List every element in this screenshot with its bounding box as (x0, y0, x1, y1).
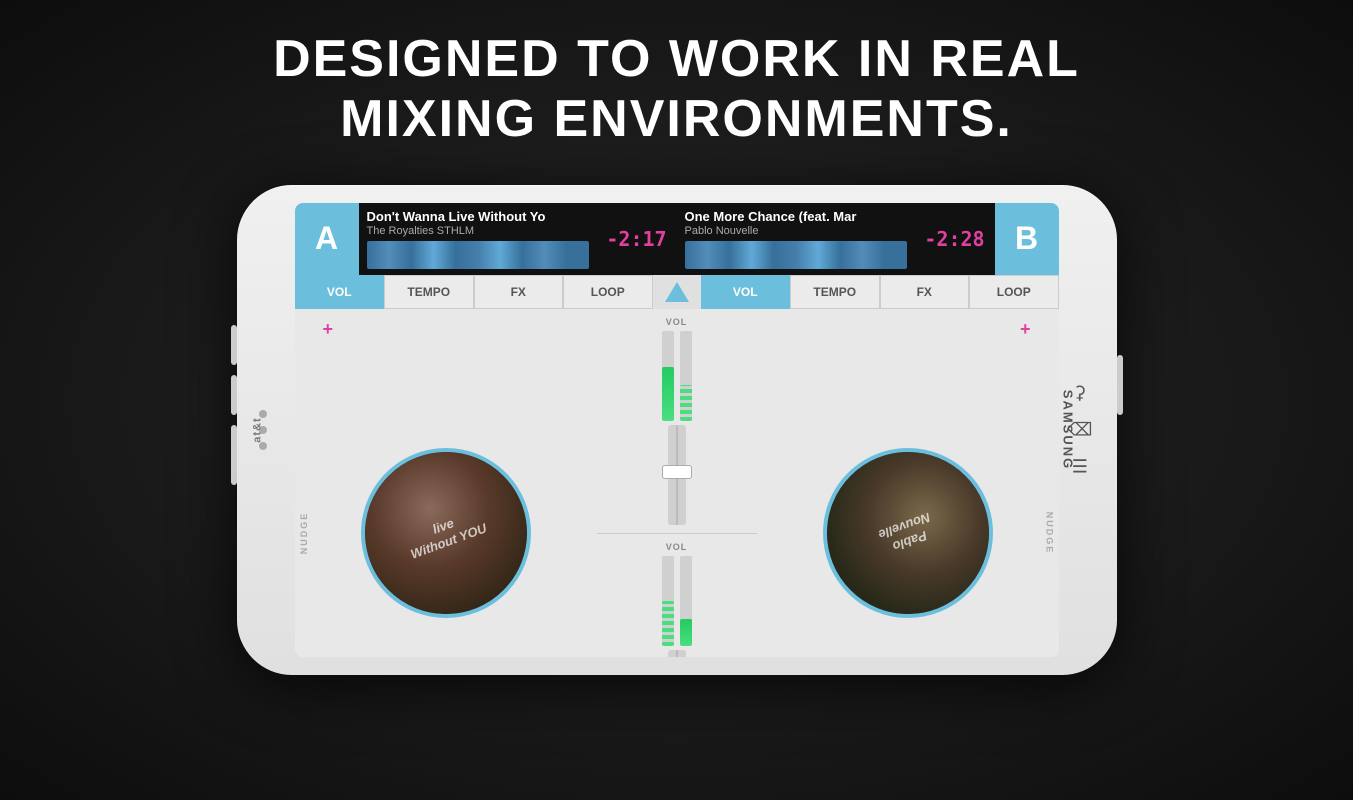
carrier-label: at&t (251, 417, 263, 442)
phone-body: at&t SAMSUNG ⚳ ⌫ ☰ A Don't Wanna Live Wi… (237, 185, 1117, 675)
volume-down-button[interactable] (231, 375, 237, 415)
right-side-icons: ⚳ ⌫ ☰ (1067, 382, 1092, 477)
tab-a-loop[interactable]: LOOP (563, 275, 653, 309)
tab-row: VOL TEMPO FX LOOP VOL TEMPO FX LOOP (295, 275, 1059, 309)
headline: DESIGNED TO WORK IN REAL MIXING ENVIRONM… (273, 30, 1080, 150)
nudge-label-left: NUDGE (299, 512, 309, 555)
tab-b-tempo[interactable]: TEMPO (790, 275, 880, 309)
headline-line1: DESIGNED TO WORK IN REAL (273, 30, 1080, 90)
screen: A Don't Wanna Live Without Yo The Royalt… (295, 203, 1059, 657)
deck-b-waveform (685, 241, 907, 268)
dj-app: A Don't Wanna Live Without Yo The Royalt… (295, 203, 1059, 657)
deck-a-time: -2:17 (597, 203, 677, 275)
turntable-right[interactable]: PabloNouvelle (823, 448, 993, 618)
vu-meters-left (662, 331, 692, 421)
phone: at&t SAMSUNG ⚳ ⌫ ☰ A Don't Wanna Live Wi… (227, 170, 1127, 690)
center-mixer: VOL VOL (597, 309, 757, 657)
turntable-left-label: liveWithout YOU (403, 505, 489, 562)
menu-icon: ☰ (1072, 456, 1088, 477)
vol-label-left: VOL (666, 317, 688, 327)
app-logo (653, 275, 701, 309)
deck-b-badge: B (995, 203, 1059, 275)
deck-right: + PabloNouvelle − NUDGE (757, 309, 1059, 657)
fader-right[interactable] (668, 650, 686, 657)
vu-fill-4 (680, 619, 692, 646)
back-icon: ⌫ (1067, 419, 1092, 440)
vu-meters-right (662, 556, 692, 646)
turntable-right-label: PabloNouvelle (877, 509, 939, 557)
deck-a-artist: The Royalties STHLM (367, 225, 589, 237)
nudge-label-right: NUDGE (1045, 512, 1055, 555)
logo-triangle-icon (665, 282, 689, 302)
vu-fill-3 (662, 601, 674, 646)
headphone-icon: ⚳ (1073, 382, 1086, 403)
deck-a-badge: A (295, 203, 359, 275)
volume-up-button[interactable] (231, 325, 237, 365)
tab-a-vol[interactable]: VOL (295, 275, 385, 309)
tab-b-vol[interactable]: VOL (701, 275, 791, 309)
turntable-right-image: PabloNouvelle (827, 452, 989, 614)
deck-b-track-info: One More Chance (feat. Mar Pablo Nouvell… (677, 203, 915, 275)
fader-left[interactable] (668, 425, 686, 525)
deck-left: NUDGE + liveWithout YOU − (295, 309, 597, 657)
plus-right[interactable]: + (1020, 319, 1031, 340)
deck-a-track-info: Don't Wanna Live Without Yo The Royaltie… (359, 203, 597, 275)
tab-a-tempo[interactable]: TEMPO (384, 275, 474, 309)
power-button[interactable] (231, 425, 237, 485)
deck-b-title: One More Chance (feat. Mar (685, 209, 907, 224)
tab-a-fx[interactable]: FX (474, 275, 564, 309)
deck-a-title: Don't Wanna Live Without Yo (367, 209, 589, 224)
tab-b-fx[interactable]: FX (880, 275, 970, 309)
deck-a-waveform (367, 241, 589, 268)
vol-label-right: VOL (666, 542, 688, 552)
turntable-left-image: liveWithout YOU (365, 452, 527, 614)
side-button-right[interactable] (1117, 355, 1123, 415)
deck-area: NUDGE + liveWithout YOU − VOL (295, 309, 1059, 657)
fader-knob-left[interactable] (662, 465, 692, 479)
deck-b-time: -2:28 (915, 203, 995, 275)
track-row: A Don't Wanna Live Without Yo The Royalt… (295, 203, 1059, 275)
vu-track-3 (662, 556, 674, 646)
headline-line2: MIXING ENVIRONMENTS. (273, 90, 1080, 150)
vu-track-1 (662, 331, 674, 421)
vu-fill-1 (662, 367, 674, 421)
plus-left[interactable]: + (323, 319, 334, 340)
tab-b-loop[interactable]: LOOP (969, 275, 1059, 309)
turntable-left[interactable]: liveWithout YOU (361, 448, 531, 618)
vu-fill-2 (680, 385, 692, 421)
vu-track-4 (680, 556, 692, 646)
deck-b-artist: Pablo Nouvelle (685, 225, 907, 237)
vu-track-2 (680, 331, 692, 421)
